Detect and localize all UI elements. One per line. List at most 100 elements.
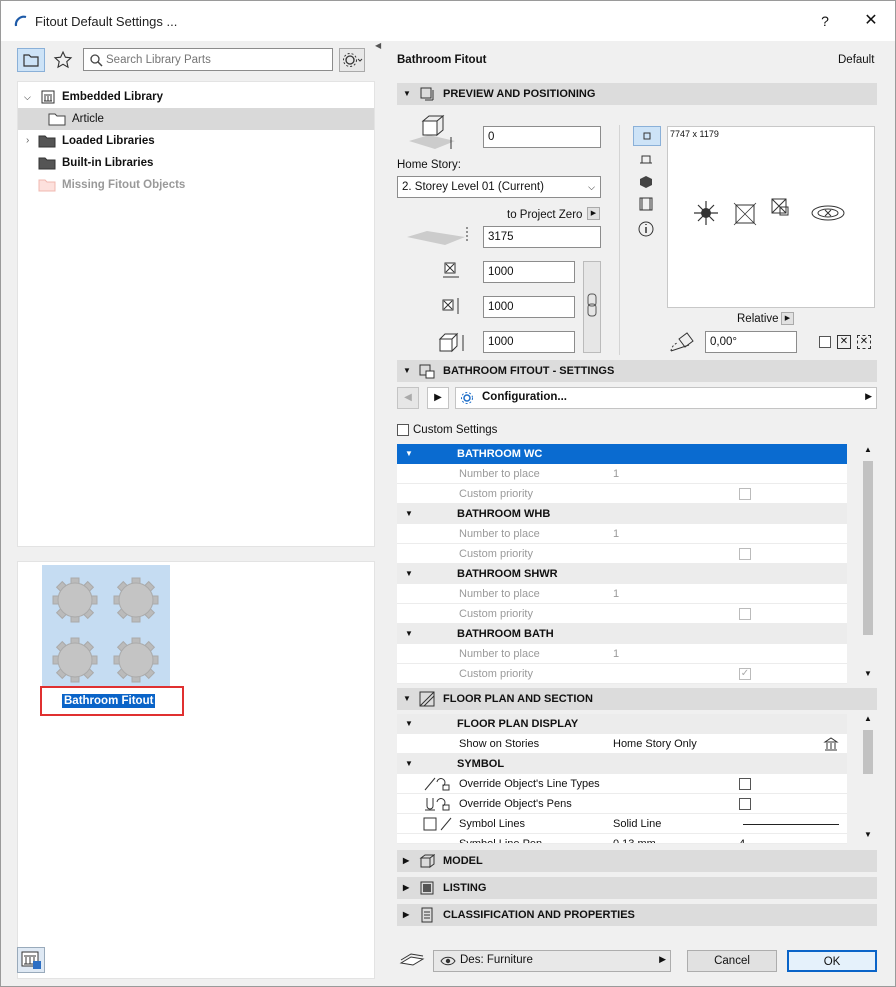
section-classification[interactable]: ▶ CLASSIFICATION AND PROPERTIES (397, 904, 877, 926)
param-group-row[interactable]: ▼ BATHROOM BATH (397, 624, 847, 644)
scroll-thumb[interactable] (863, 730, 873, 774)
section-title: PREVIEW AND POSITIONING (443, 88, 596, 100)
relative-label: Relative (737, 313, 779, 325)
row-override-pens[interactable]: Override Object's Pens (397, 794, 847, 814)
configuration-dropdown[interactable]: Configuration... ▶ (455, 387, 877, 409)
floor-plan-scrollbar[interactable]: ▲ ▼ (861, 714, 875, 844)
override-line-types-checkbox[interactable] (739, 778, 751, 790)
scroll-up-icon[interactable]: ▲ (864, 714, 872, 723)
tree-item-builtin-libraries[interactable]: Built-in Libraries (18, 152, 374, 174)
param-row[interactable]: Number to place 1 (397, 644, 847, 664)
panel-splitter[interactable]: ◀ (375, 41, 383, 983)
favorites-button[interactable] (49, 48, 77, 72)
tree-item-article[interactable]: Article (18, 108, 374, 130)
section-fitout-settings[interactable]: ▼ BATHROOM FITOUT - SETTINGS (397, 360, 877, 382)
param-row[interactable]: Custom priority (397, 604, 847, 624)
section-model[interactable]: ▶ MODEL (397, 850, 877, 872)
search-icon (89, 53, 103, 70)
collapse-left-icon[interactable]: ◀ (375, 41, 381, 50)
help-button[interactable]: ? (807, 7, 843, 35)
library-manager-button[interactable] (17, 947, 45, 973)
view-plan-button[interactable] (633, 126, 661, 146)
chevron-down-icon: ⌵ (588, 182, 595, 192)
thumbnail-caption[interactable]: Bathroom Fitout (62, 694, 156, 708)
override-pens-checkbox[interactable] (739, 798, 751, 810)
elevation-field[interactable]: 0 (483, 126, 601, 148)
next-page-button[interactable]: ▶ (427, 387, 449, 409)
lock-proportions-toggle[interactable] (583, 261, 601, 353)
rotation-angle-field[interactable]: 0,00° (705, 331, 797, 353)
param-row[interactable]: Custom priority (397, 544, 847, 564)
row-show-on-stories[interactable]: Show on Stories Home Story Only (397, 734, 847, 754)
view-info-button[interactable] (633, 219, 661, 239)
folder-view-button[interactable] (17, 48, 45, 72)
to-project-zero-label: to Project Zero (507, 209, 583, 221)
view-list-button[interactable] (633, 195, 661, 215)
collapse-icon: ▼ (405, 719, 413, 728)
width-field[interactable]: 1000 (483, 261, 575, 283)
view-front-button[interactable] (633, 151, 661, 171)
project-zero-field[interactable]: 3175 (483, 226, 601, 248)
folder-icon (23, 54, 39, 67)
library-panel: ⌵ Embedded Library Article › Loaded Libr… (9, 41, 375, 983)
mirror-x-button[interactable]: ✕ (837, 335, 851, 349)
mirror-y-button[interactable]: ✕ (857, 335, 871, 349)
param-group-row[interactable]: ▼ BATHROOM WC (397, 444, 847, 464)
param-checkbox[interactable]: ✓ (739, 668, 751, 680)
cancel-button[interactable]: Cancel (687, 950, 777, 972)
search-input[interactable] (106, 52, 328, 68)
group-label: BATHROOM BATH (457, 628, 554, 640)
project-zero-menu-button[interactable]: ▶ (587, 207, 600, 220)
depth-field[interactable]: 1000 (483, 296, 575, 318)
param-row[interactable]: Custom priority (397, 484, 847, 504)
app-logo-icon (13, 13, 29, 32)
custom-settings-checkbox[interactable] (397, 424, 409, 436)
tree-item-loaded-libraries[interactable]: › Loaded Libraries (18, 130, 374, 152)
param-row[interactable]: Number to place 1 (397, 464, 847, 484)
home-story-label: Home Story: (397, 159, 461, 171)
section-preview-positioning[interactable]: ▼ PREVIEW AND POSITIONING (397, 83, 877, 105)
ok-button[interactable]: OK (787, 950, 877, 972)
tree-item-embedded-library[interactable]: ⌵ Embedded Library (18, 86, 374, 108)
layer-dropdown[interactable]: Des: Furniture ▶ (433, 950, 671, 972)
group-label: BATHROOM WHB (457, 508, 551, 520)
scroll-up-icon[interactable]: ▲ (864, 445, 872, 454)
row-symbol-line-pen[interactable]: Symbol Line Pen 0.13 mm 4 (397, 834, 847, 844)
parameter-scrollbar[interactable]: ▲ ▼ (861, 445, 875, 681)
group-symbol[interactable]: ▼ SYMBOL (397, 754, 847, 774)
section-title: LISTING (443, 882, 487, 894)
height-field[interactable]: 1000 (483, 331, 575, 353)
positioning-icon (419, 86, 435, 102)
param-checkbox[interactable] (739, 488, 751, 500)
scroll-thumb[interactable] (863, 461, 873, 635)
tree-item-missing-objects[interactable]: Missing Fitout Objects (18, 174, 374, 196)
row-label: Show on Stories (459, 738, 540, 750)
row-override-line-types[interactable]: Override Object's Line Types (397, 774, 847, 794)
chevron-right-icon[interactable]: › (26, 130, 29, 152)
section-listing[interactable]: ▶ LISTING (397, 877, 877, 899)
relative-menu-button[interactable]: ▶ (781, 312, 794, 325)
close-button[interactable]: ✕ (853, 7, 889, 35)
param-checkbox[interactable] (739, 548, 751, 560)
scroll-down-icon[interactable]: ▼ (864, 669, 872, 678)
param-group-row[interactable]: ▼ BATHROOM SHWR (397, 564, 847, 584)
library-settings-button[interactable] (339, 48, 365, 72)
pen-number: 4 (739, 838, 746, 844)
param-row[interactable]: Number to place 1 (397, 524, 847, 544)
library-part-thumbnail[interactable] (42, 565, 170, 689)
param-row[interactable]: Custom priority ✓ (397, 664, 847, 684)
row-symbol-lines[interactable]: Symbol Lines Solid Line (397, 814, 847, 834)
scroll-down-icon[interactable]: ▼ (864, 830, 872, 839)
param-row[interactable]: Number to place 1 (397, 584, 847, 604)
group-floor-plan-display[interactable]: ▼ FLOOR PLAN DISPLAY (397, 714, 847, 734)
param-label: Number to place (459, 588, 540, 600)
previous-page-button[interactable]: ◀ (397, 387, 419, 409)
home-story-select[interactable]: 2. Storey Level 01 (Current) ⌵ (397, 176, 601, 198)
view-3d-button[interactable] (633, 173, 661, 193)
chevron-down-icon[interactable]: ⌵ (24, 86, 31, 108)
title-bar: Fitout Default Settings ... ? ✕ (1, 1, 895, 41)
mirror-none-checkbox[interactable] (819, 336, 831, 348)
section-floor-plan[interactable]: ▼ FLOOR PLAN AND SECTION (397, 688, 877, 710)
param-group-row[interactable]: ▼ BATHROOM WHB (397, 504, 847, 524)
param-checkbox[interactable] (739, 608, 751, 620)
